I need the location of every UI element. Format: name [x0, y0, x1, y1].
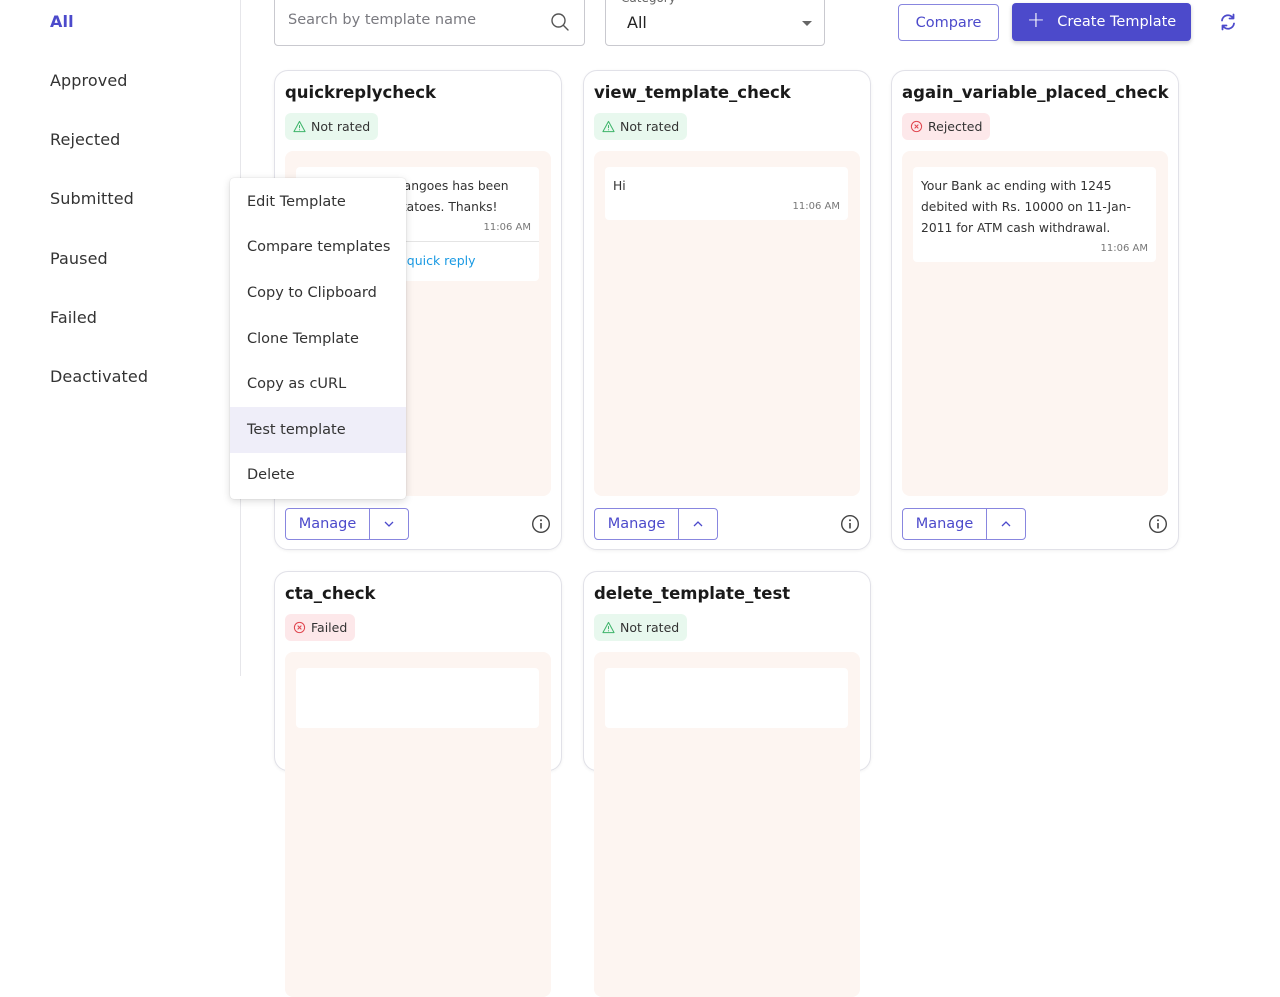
info-icon[interactable]	[531, 514, 551, 534]
plus-icon: +	[1026, 8, 1046, 33]
manage-button[interactable]: Manage	[595, 509, 679, 539]
manage-dropdown-toggle[interactable]	[370, 509, 408, 539]
info-icon[interactable]	[840, 514, 860, 534]
create-template-button[interactable]: + Create Template	[1012, 3, 1191, 41]
message-bubble	[296, 668, 539, 728]
template-card: view_template_check Not rated Hi 11:06 A…	[583, 70, 871, 550]
sidebar-item-deactivated[interactable]: Deactivated	[50, 367, 148, 386]
status-text: Not rated	[311, 119, 371, 134]
status-badge: Not rated	[285, 113, 379, 140]
template-title: view_template_check	[594, 83, 791, 102]
status-badge: Rejected	[902, 113, 991, 140]
message-time: 11:06 AM	[1100, 243, 1148, 254]
message-bubble: Your Bank ac ending with 1245 debited wi…	[913, 167, 1156, 262]
caret-down-icon	[802, 21, 812, 26]
manage-button-group: Manage	[594, 508, 718, 540]
template-card: cta_check Failed	[274, 571, 562, 997]
menu-item-edit-template[interactable]: Edit Template	[230, 179, 406, 225]
message-text: Hi	[613, 179, 626, 193]
message-text: Your Bank ac ending with 1245 debited wi…	[921, 179, 1131, 235]
compare-button[interactable]: Compare	[898, 4, 999, 41]
status-text: Not rated	[620, 620, 680, 635]
refresh-icon[interactable]	[1218, 12, 1238, 32]
template-card: delete_template_test Not rated	[583, 571, 871, 997]
error-circle-icon	[293, 621, 306, 634]
message-preview: Your Bank ac ending with 1245 debited wi…	[902, 151, 1168, 496]
menu-item-delete[interactable]: Delete	[230, 453, 406, 499]
template-title: delete_template_test	[594, 584, 791, 603]
chevron-down-icon	[384, 521, 394, 527]
menu-item-test-template[interactable]: Test template	[230, 406, 406, 453]
menu-item-compare-templates[interactable]: Compare templates	[230, 225, 406, 271]
category-select[interactable]: Category All	[605, 0, 825, 46]
menu-item-clone-template[interactable]: Clone Template	[230, 316, 406, 362]
menu-item-copy-as-curl[interactable]: Copy as cURL	[230, 361, 406, 407]
search-icon[interactable]	[550, 12, 570, 32]
manage-dropdown-toggle[interactable]	[987, 509, 1025, 539]
create-template-label: Create Template	[1057, 14, 1177, 30]
error-circle-icon	[910, 120, 923, 133]
info-icon[interactable]	[1148, 514, 1168, 534]
message-preview	[594, 652, 860, 997]
status-badge: Failed	[285, 614, 356, 641]
sidebar-item-rejected[interactable]: Rejected	[50, 130, 120, 149]
sidebar-item-all[interactable]: All	[50, 12, 74, 31]
sidebar-item-approved[interactable]: Approved	[50, 71, 128, 90]
chevron-up-icon	[1001, 521, 1011, 527]
status-text: Rejected	[928, 119, 983, 134]
category-value: All	[627, 13, 647, 32]
warning-icon	[602, 621, 615, 634]
category-label: Category	[618, 0, 679, 5]
template-title: again_variable_placed_check	[902, 83, 1169, 102]
message-bubble	[605, 668, 848, 728]
sidebar-item-paused[interactable]: Paused	[50, 249, 108, 268]
message-time: 11:06 AM	[792, 201, 840, 212]
sidebar-item-failed[interactable]: Failed	[50, 308, 97, 327]
message-bubble: Hi 11:06 AM	[605, 167, 848, 220]
status-sidebar: All Approved Rejected Submitted Paused F…	[0, 0, 241, 676]
template-title: cta_check	[285, 584, 376, 603]
template-card: again_variable_placed_check Rejected You…	[891, 70, 1179, 550]
manage-button[interactable]: Manage	[903, 509, 987, 539]
warning-icon	[293, 120, 306, 133]
manage-button-group: Manage	[902, 508, 1026, 540]
status-badge: Not rated	[594, 113, 688, 140]
manage-button-group: Manage	[285, 508, 409, 540]
warning-icon	[602, 120, 615, 133]
message-preview	[285, 652, 551, 997]
manage-dropdown-toggle[interactable]	[679, 509, 717, 539]
status-text: Not rated	[620, 119, 680, 134]
search-field[interactable]	[274, 0, 585, 46]
chevron-up-icon	[693, 521, 703, 527]
message-preview: Hi 11:06 AM	[594, 151, 860, 496]
template-title: quickreplycheck	[285, 83, 436, 102]
search-input[interactable]	[288, 12, 538, 28]
manage-button[interactable]: Manage	[286, 509, 370, 539]
status-badge: Not rated	[594, 614, 688, 641]
status-text: Failed	[311, 620, 348, 635]
menu-item-copy-to-clipboard[interactable]: Copy to Clipboard	[230, 270, 406, 316]
manage-context-menu: Edit Template Compare templates Copy to …	[230, 178, 406, 499]
sidebar-item-submitted[interactable]: Submitted	[50, 189, 134, 208]
